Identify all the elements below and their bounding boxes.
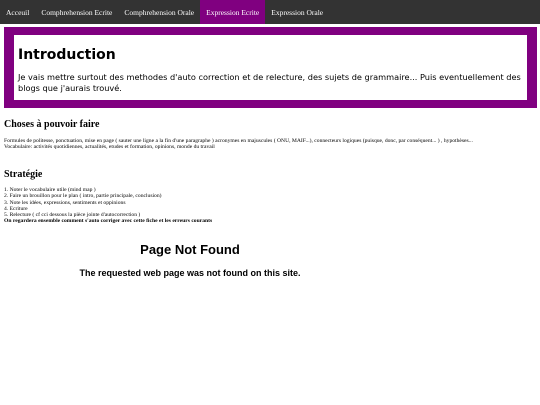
choses-heading: Choses à pouvoir faire	[4, 119, 100, 130]
strategie-note: On regardera ensemble comment s'auto cor…	[4, 218, 213, 225]
intro-title: Introduction	[18, 47, 116, 63]
nav-item-acceuil[interactable]: Acceuil	[0, 0, 35, 24]
nav-item-comprehension-ecrite[interactable]: Comphrehension Ecrite	[35, 0, 118, 24]
nav-item-expression-ecrite[interactable]: Expression Ecrite	[200, 0, 266, 24]
strategie-content: 1. Noter le vocabulaire utile (mind map …	[4, 187, 536, 225]
not-found-message: The requested web page was not found on …	[79, 268, 301, 278]
choses-line-vocabulaire: Vocabulaire: activités quotidiennes, act…	[4, 144, 215, 151]
top-nav: Acceuil Comphrehension Ecrite Comphrehen…	[0, 0, 540, 24]
choses-content: Formules de politesse, ponctuation, mise…	[4, 138, 536, 151]
intro-box-inner: Introduction Je vais mettre surtout des …	[14, 35, 527, 100]
strategie-list: 1. Noter le vocabulaire utile (mind map …	[4, 187, 536, 218]
nav-item-expression-orale[interactable]: Expression Orale	[265, 0, 329, 24]
nav-item-comprehension-orale[interactable]: Comphrehension Orale	[118, 0, 200, 24]
strategie-heading: Stratégie	[4, 169, 43, 180]
intro-text: Je vais mettre surtout des methodes d'au…	[18, 72, 521, 93]
intro-box: Introduction Je vais mettre surtout des …	[4, 27, 537, 108]
not-found-title: Page Not Found	[140, 242, 240, 257]
